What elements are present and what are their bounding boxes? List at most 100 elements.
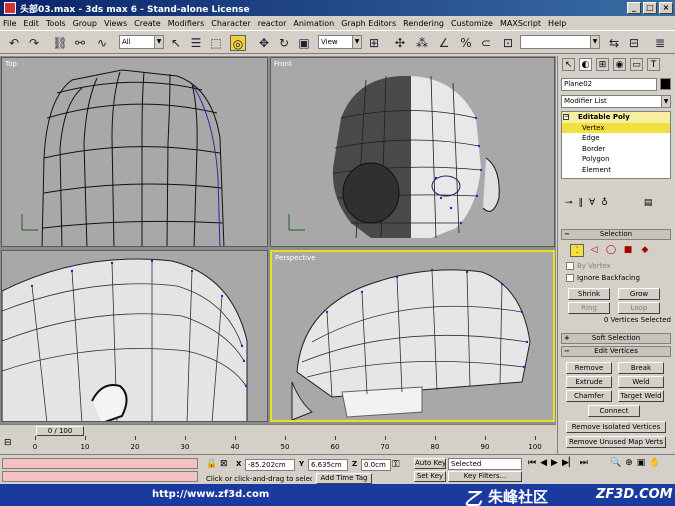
- lock-selection-icon[interactable]: 🔒: [206, 459, 217, 469]
- z-coordinate-field[interactable]: 0.0cm: [361, 459, 391, 471]
- hierarchy-tab-icon[interactable]: ⊞: [596, 58, 609, 71]
- chamfer-button[interactable]: Chamfer: [566, 390, 612, 402]
- viewport-front[interactable]: Front: [270, 57, 555, 247]
- ignore-backfacing-checkbox[interactable]: Ignore Backfacing: [566, 274, 640, 282]
- pan-icon[interactable]: ✋: [649, 458, 660, 468]
- bind-space-warp-icon[interactable]: ∿: [94, 35, 110, 51]
- extrude-button[interactable]: Extrude: [566, 376, 612, 388]
- reference-coordinate-dropdown[interactable]: View ▼: [318, 35, 362, 49]
- remove-unused-map-verts-button[interactable]: Remove Unused Map Verts: [566, 436, 666, 448]
- menu-help[interactable]: Help: [548, 19, 566, 28]
- ring-button[interactable]: Ring: [568, 302, 610, 314]
- menu-rendering[interactable]: Rendering: [403, 19, 444, 28]
- go-to-start-icon[interactable]: ⏮: [528, 458, 536, 468]
- key-icon[interactable]: ⚿: [392, 459, 400, 470]
- create-tab-icon[interactable]: ↖: [562, 58, 575, 71]
- menu-tools[interactable]: Tools: [46, 19, 66, 28]
- go-to-end-icon[interactable]: ⏭: [580, 458, 588, 468]
- edit-vertices-rollout[interactable]: − Edit Vertices: [561, 346, 671, 357]
- selection-filter-dropdown[interactable]: All ▼: [119, 35, 164, 49]
- x-coordinate-field[interactable]: -85.202cm: [245, 459, 295, 471]
- maxscript-listener[interactable]: [2, 458, 198, 469]
- angle-snap-icon[interactable]: ∠: [436, 35, 452, 51]
- link-icon[interactable]: ⛓: [52, 35, 68, 51]
- remove-button[interactable]: Remove: [566, 362, 612, 374]
- menu-customize[interactable]: Customize: [451, 19, 493, 28]
- menu-group[interactable]: Group: [73, 19, 97, 28]
- select-object-icon[interactable]: ↖: [168, 35, 184, 51]
- stack-item-border[interactable]: Border: [562, 144, 670, 155]
- remove-isolated-vertices-button[interactable]: Remove Isolated Vertices: [566, 421, 666, 433]
- percent-snap-icon[interactable]: %: [458, 35, 474, 51]
- viewport-perspective[interactable]: Perspective: [270, 250, 555, 422]
- show-end-result-icon[interactable]: ‖: [579, 198, 584, 212]
- track-bar-toggle-icon[interactable]: ⊟: [4, 438, 12, 448]
- target-weld-button[interactable]: Target Weld: [618, 390, 664, 402]
- select-and-manipulate-icon[interactable]: ✣: [392, 35, 408, 51]
- time-slider-thumb[interactable]: 0 / 100: [36, 426, 84, 436]
- viewport-label[interactable]: Front: [274, 60, 292, 68]
- menu-edit[interactable]: Edit: [23, 19, 39, 28]
- named-selection-set-dropdown[interactable]: ▼: [520, 35, 600, 49]
- play-icon[interactable]: ▶: [551, 458, 558, 468]
- snap-toggle-icon[interactable]: ⁂: [414, 35, 430, 51]
- stack-item-edge[interactable]: Edge: [562, 133, 670, 144]
- stack-editable-poly[interactable]: − Editable Poly: [562, 112, 670, 123]
- zoom-all-icon[interactable]: ⊕: [625, 458, 633, 468]
- menu-file[interactable]: File: [3, 19, 16, 28]
- menu-character[interactable]: Character: [211, 19, 251, 28]
- align-icon[interactable]: ⊟: [626, 35, 642, 51]
- soft-selection-rollout[interactable]: + Soft Selection: [561, 333, 671, 344]
- rectangular-selection-icon[interactable]: ⬚: [208, 35, 224, 51]
- select-and-scale-icon[interactable]: ▣: [296, 35, 312, 51]
- border-level-icon[interactable]: ◯: [604, 244, 618, 257]
- select-by-name-icon[interactable]: ☰: [188, 35, 204, 51]
- pin-stack-icon[interactable]: ⊸: [565, 198, 573, 212]
- element-level-icon[interactable]: ◆: [638, 244, 652, 257]
- shrink-button[interactable]: Shrink: [568, 288, 610, 300]
- minimize-button[interactable]: _: [627, 2, 641, 14]
- motion-tab-icon[interactable]: ◉: [613, 58, 626, 71]
- key-mode-dropdown[interactable]: Selected: [448, 458, 522, 470]
- modify-tab-icon[interactable]: ◐: [579, 58, 592, 71]
- selection-rollout[interactable]: − Selection: [561, 229, 671, 240]
- select-and-rotate-icon[interactable]: ↻: [276, 35, 292, 51]
- menu-animation[interactable]: Animation: [293, 19, 334, 28]
- add-time-tag-button[interactable]: Add Time Tag: [316, 473, 372, 484]
- loop-button[interactable]: Loop: [618, 302, 660, 314]
- prompt-line[interactable]: [2, 471, 198, 482]
- spinner-snap-icon[interactable]: ⊂: [478, 35, 494, 51]
- viewport-left[interactable]: [1, 250, 268, 422]
- configure-modifier-sets-icon[interactable]: ▤: [644, 198, 653, 212]
- object-color-swatch[interactable]: [660, 78, 671, 90]
- stack-item-element[interactable]: Element: [562, 165, 670, 176]
- menu-create[interactable]: Create: [134, 19, 161, 28]
- collapse-icon[interactable]: −: [563, 114, 569, 120]
- vertex-level-icon[interactable]: ⁚: [570, 244, 584, 257]
- maximize-button[interactable]: □: [643, 2, 657, 14]
- menu-graph-editors[interactable]: Graph Editors: [341, 19, 396, 28]
- auto-key-button[interactable]: Auto Key: [414, 458, 446, 469]
- by-vertex-checkbox[interactable]: By Vertex: [566, 262, 611, 270]
- edge-level-icon[interactable]: ◁: [587, 244, 601, 257]
- window-crossing-icon[interactable]: ◎: [230, 35, 246, 51]
- next-frame-icon[interactable]: ▶▏: [562, 458, 576, 468]
- pivot-center-icon[interactable]: ⊞: [366, 35, 382, 51]
- unlink-icon[interactable]: ⚯: [72, 35, 88, 51]
- zoom-icon[interactable]: 🔍: [610, 458, 621, 468]
- remove-modifier-icon[interactable]: ♁: [601, 198, 608, 212]
- menu-reactor[interactable]: reactor: [258, 19, 287, 28]
- viewport-top[interactable]: Top: [1, 57, 268, 247]
- undo-icon[interactable]: ↶: [6, 35, 22, 51]
- viewport-label[interactable]: Perspective: [275, 254, 316, 262]
- connect-button[interactable]: Connect: [588, 405, 640, 417]
- close-button[interactable]: ×: [659, 2, 673, 14]
- time-slider[interactable]: 0 / 100: [0, 424, 556, 436]
- select-and-move-icon[interactable]: ✥: [256, 35, 272, 51]
- grow-button[interactable]: Grow: [618, 288, 660, 300]
- object-name-field[interactable]: Plane02: [561, 78, 657, 91]
- stack-item-vertex[interactable]: Vertex: [562, 122, 670, 133]
- set-key-button[interactable]: Set Key: [414, 471, 446, 482]
- track-bar[interactable]: ⊟ 0 10 20 30 40 50 60 70 80 90 100: [0, 436, 556, 454]
- menu-views[interactable]: Views: [104, 19, 127, 28]
